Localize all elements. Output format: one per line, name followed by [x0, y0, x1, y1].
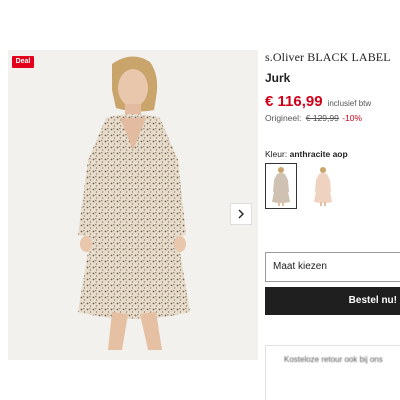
product-name: Jurk: [265, 71, 291, 85]
price-row: € 116,99 inclusief btw: [265, 93, 400, 110]
color-label: Kleur:: [265, 149, 288, 159]
dress-thumbnail: [272, 167, 290, 206]
color-swatches: [265, 163, 339, 209]
chevron-right-icon: [238, 209, 244, 219]
size-select[interactable]: Maat kiezen: [265, 252, 400, 282]
product-photo: [78, 56, 190, 350]
dress-thumbnail: [314, 167, 332, 206]
original-price-row: Origineel: € 129,99 -10%: [265, 113, 400, 123]
color-value: anthracite aop: [289, 149, 348, 159]
product-info: s.Oliver BLACK LABEL Jurk € 116,99 inclu…: [265, 50, 400, 159]
product-image-gallery[interactable]: Deal: [8, 50, 258, 360]
original-label: Origineel:: [265, 113, 302, 123]
current-price: € 116,99: [265, 93, 323, 110]
service-info-box: Kosteloze retour ook bij ons: [265, 345, 400, 400]
brand-name[interactable]: s.Oliver BLACK LABEL: [265, 50, 400, 65]
next-image-button[interactable]: [230, 203, 252, 225]
deal-badge: Deal: [12, 56, 34, 68]
color-row: Kleur: anthracite aop: [265, 149, 400, 159]
swatch-anthracite-aop[interactable]: [265, 163, 297, 209]
service-info-text: Kosteloze retour ook bij ons: [284, 355, 383, 364]
original-price: € 129,99: [305, 113, 339, 123]
swatch-beige[interactable]: [307, 163, 339, 209]
discount-badge: -10%: [342, 113, 363, 123]
order-button[interactable]: Bestel nu!: [265, 287, 400, 315]
vat-note: inclusief btw: [327, 99, 372, 108]
